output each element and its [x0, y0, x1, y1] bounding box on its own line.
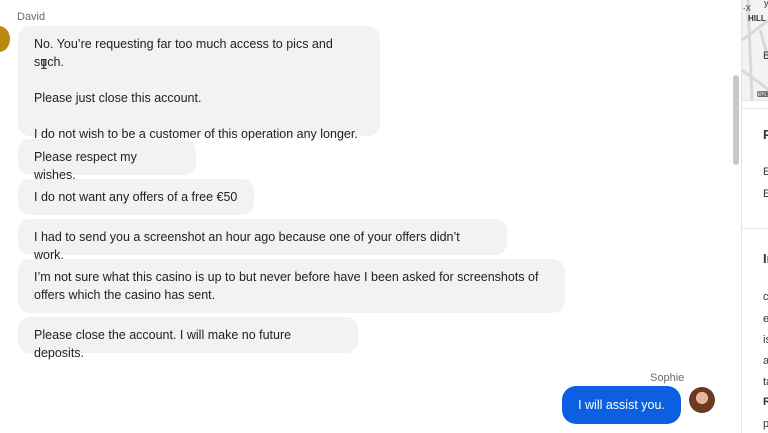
message-line: offers which the casino has sent.	[34, 288, 216, 302]
message-line: Please just close this account.	[34, 91, 202, 105]
message-line: Please close the account. I will make no…	[34, 328, 292, 360]
message-bubble: I do not want any offers of a free €50	[18, 179, 254, 215]
message-bubble: Please respect my wishes.	[18, 139, 196, 182]
scrollbar-thumb[interactable]	[733, 75, 739, 165]
map-label: -X	[743, 4, 751, 13]
side-item: a	[763, 355, 768, 367]
chat-transcript: David No. You’re requesting far too much…	[0, 0, 730, 433]
message-line: I’m not sure what this casino is up to b…	[34, 270, 539, 284]
side-item: R	[763, 396, 768, 408]
side-item: E	[763, 188, 768, 200]
agent-avatar	[689, 387, 715, 413]
message-bubble: No. You’re requesting far too much acces…	[18, 26, 380, 141]
message-bubble: I had to send you a screenshot an hour a…	[18, 219, 507, 262]
text-cursor-icon: I	[40, 58, 48, 73]
side-panel: -X HILL y ⌨ B P E E Ir c e is a ta R p	[741, 0, 768, 433]
divider	[742, 228, 768, 229]
message-line: I do not want any offers of a free €50	[34, 190, 238, 204]
side-item: c	[763, 291, 768, 303]
side-item: p	[763, 418, 768, 430]
map-label: HILL	[748, 14, 766, 23]
side-item: ta	[763, 376, 768, 388]
side-heading: P	[763, 127, 768, 142]
message-line: No. You’re requesting far too much acces…	[34, 37, 333, 69]
keyboard-icon: ⌨	[757, 90, 768, 99]
message-bubble: I’m not sure what this casino is up to b…	[18, 259, 565, 313]
divider	[742, 108, 768, 109]
agent-message-text: I will assist you.	[578, 398, 665, 412]
side-item: is	[763, 334, 768, 346]
agent-message-bubble: I will assist you.	[562, 386, 681, 424]
chat-scrollbar[interactable]	[731, 0, 741, 433]
side-item: e	[763, 313, 768, 325]
map-label: y	[764, 0, 768, 8]
side-heading: Ir	[763, 251, 768, 266]
customer-name: David	[17, 11, 46, 23]
side-item: E	[763, 166, 768, 178]
customer-avatar	[0, 26, 10, 52]
message-bubble: Please close the account. I will make no…	[18, 317, 358, 360]
agent-name: Sophie	[650, 372, 685, 384]
side-item: B	[763, 50, 768, 62]
